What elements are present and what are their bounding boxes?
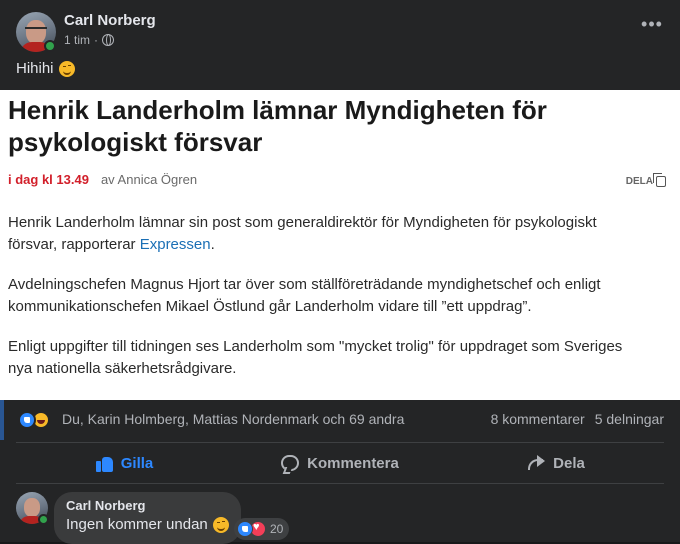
like-reaction-icon	[237, 521, 253, 537]
article-paragraph-1: Henrik Landerholm lämnar sin post som ge…	[8, 212, 648, 256]
meta-separator: ·	[94, 33, 99, 47]
comment-label: Kommentera	[307, 454, 399, 472]
post-text: Hihihi	[16, 60, 75, 77]
share-button[interactable]: Dela	[448, 444, 664, 482]
comment-author[interactable]: Carl Norberg	[66, 498, 229, 513]
like-button[interactable]: Gilla	[16, 444, 232, 482]
comment-icon	[281, 455, 300, 471]
article-share: DELA	[625, 173, 666, 187]
article-paragraph-2: Avdelningschefen Magnus Hjort tar över s…	[8, 276, 601, 315]
action-bar: Gilla Kommentera Dela	[16, 444, 664, 482]
comment-reaction-count: 20	[270, 522, 284, 536]
online-status-icon	[38, 514, 49, 525]
article-paragraph-3: Enligt uppgifter till tidningen ses Land…	[8, 338, 623, 377]
more-options-button[interactable]: •••	[638, 15, 666, 40]
share-count[interactable]: 5 delningar	[595, 411, 664, 427]
divider-bottom	[16, 483, 664, 484]
wink-emoji-icon	[212, 516, 229, 533]
thumbs-up-icon	[95, 454, 113, 472]
article-link-expressen: Expressen	[139, 236, 211, 253]
share-label: Dela	[553, 454, 585, 472]
comment-button[interactable]: Kommentera	[232, 444, 448, 482]
article-byline: av Annica Ögren	[100, 172, 198, 187]
accent-bar	[0, 400, 4, 440]
stats-counts: 8 kommentarer 5 delningar	[491, 411, 664, 427]
post-text-content: Hihihi	[16, 60, 54, 77]
facebook-post: Carl Norberg 1 tim · ••• Hihihi Henrik L…	[0, 0, 680, 544]
avatar-face	[24, 498, 40, 517]
comment-text-content: Ingen kommer undan	[66, 516, 208, 533]
comment-count[interactable]: 8 kommentarer	[491, 411, 585, 427]
share-icon	[527, 455, 546, 471]
post-stats: Du, Karin Holmberg, Mattias Nordenmark o…	[18, 408, 664, 432]
like-reaction-icon	[18, 411, 36, 429]
comment-bubble: Carl Norberg Ingen kommer undan	[54, 492, 241, 544]
avatar-glasses	[25, 27, 47, 32]
shared-image-article[interactable]: Henrik Landerholm lämnar Myndigheten för…	[0, 90, 680, 400]
copy-icon	[653, 173, 666, 187]
comment-text: Ingen kommer undan	[66, 516, 229, 533]
post-time[interactable]: 1 tim	[64, 33, 90, 47]
article-share-label: DELA	[625, 176, 653, 187]
divider-top	[16, 442, 664, 443]
article-p1-end: .	[210, 236, 215, 253]
online-status-icon	[44, 40, 56, 52]
reaction-icons[interactable]	[18, 411, 50, 429]
article-meta: i dag kl 13.49 av Annica Ögren	[8, 172, 197, 187]
globe-icon[interactable]	[102, 34, 115, 46]
article-title: Henrik Landerholm lämnar Myndigheten för…	[8, 95, 547, 157]
article-time: i dag kl 13.49	[8, 172, 89, 187]
author-name[interactable]: Carl Norberg	[64, 12, 156, 29]
comment-item: Carl Norberg Ingen kommer undan 20	[16, 492, 664, 544]
wink-emoji-icon	[58, 60, 75, 77]
comment-reactions[interactable]: 20	[234, 518, 290, 540]
avatar-face	[26, 20, 46, 44]
reactors-summary[interactable]: Du, Karin Holmberg, Mattias Nordenmark o…	[62, 411, 404, 427]
post-meta: 1 tim ·	[64, 33, 115, 47]
post-header: Carl Norberg 1 tim · •••	[16, 12, 666, 52]
like-label: Gilla	[120, 454, 154, 472]
article-p1-text: Henrik Landerholm lämnar sin post som ge…	[8, 214, 597, 253]
